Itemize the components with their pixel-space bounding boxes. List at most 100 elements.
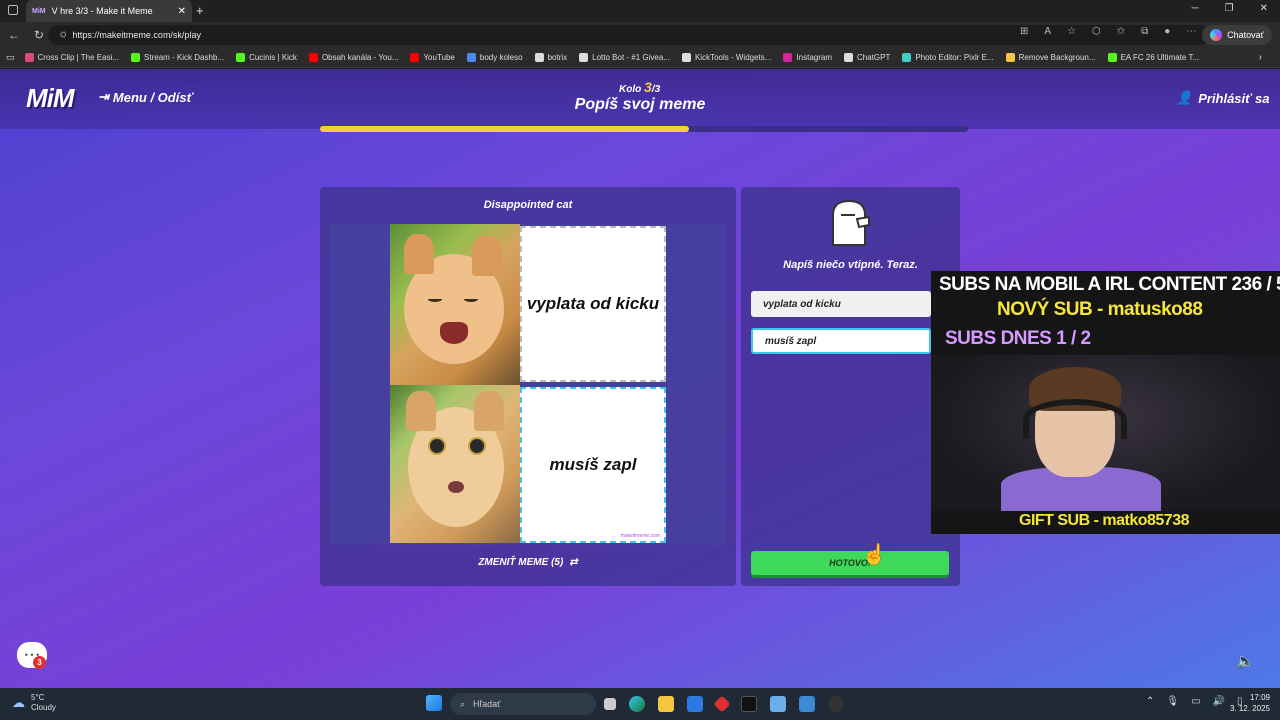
round-progress-fill <box>320 126 690 132</box>
close-icon[interactable]: ✕ <box>1260 3 1268 14</box>
bookmark-item[interactable]: Instagram <box>783 53 832 62</box>
overlay-sub-goal: SUBS NA MOBIL A IRL CONTENT 236 / 500 <box>939 274 1280 295</box>
bookmark-label: YouTube <box>423 53 455 62</box>
taskbar-search[interactable]: ⌕ Hľadať <box>450 693 596 715</box>
bookmark-item[interactable]: botrix <box>534 53 568 62</box>
obs-icon[interactable] <box>828 696 844 712</box>
game-page: MiM ⇥ Menu / Odísť Kolo 3/3 Popíš svoj m… <box>0 69 1280 688</box>
url-text: https://makeitmeme.com/sk/play <box>72 30 201 40</box>
watermark: makeitmeme.com <box>620 533 660 539</box>
app-icon[interactable]: ⊞ <box>1020 26 1028 37</box>
cloud-icon: ☁ <box>12 695 25 710</box>
round-progress-bar <box>320 126 968 132</box>
menu-label: Menu / Odísť <box>112 89 193 105</box>
bookmark-favicon-icon <box>131 53 141 62</box>
copilot-chat-button[interactable]: Chatovať <box>1202 25 1272 45</box>
bookmark-label: Instagram <box>796 53 833 62</box>
bookmark-label: KickTools - Widgets... <box>694 53 772 62</box>
caption-card: Napíš niečo vtipné. Teraz. vyplata od ki… <box>741 187 960 586</box>
headset <box>1023 399 1127 439</box>
read-aloud-icon[interactable]: A <box>1044 26 1051 37</box>
bookmark-favicon-icon <box>534 53 544 62</box>
taskbar-apps <box>426 695 442 711</box>
task-view-icon[interactable] <box>604 698 616 710</box>
bookmark-item[interactable]: Cross Clip | The Easi... <box>24 53 119 62</box>
bookmark-favicon-icon <box>236 53 246 62</box>
file-explorer-icon[interactable] <box>658 696 674 712</box>
extensions-icon[interactable]: ⬡ <box>1092 26 1101 37</box>
cat-image-happy <box>390 224 520 385</box>
bookmark-list: Cross Clip | The Easi... Stream - Kick Da… <box>24 53 1212 62</box>
tab-close-icon[interactable]: ✕ <box>178 6 186 17</box>
back-icon[interactable]: ← <box>8 28 26 42</box>
change-meme-button[interactable]: ZMENIŤ MEME (5) ⇄ <box>320 557 736 568</box>
mascot-icon <box>832 199 870 246</box>
display-icon[interactable]: ▭ <box>1191 696 1200 707</box>
collections-icon[interactable]: ⧉ <box>1141 26 1148 37</box>
restore-icon[interactable]: ❐ <box>1225 3 1234 14</box>
bookmark-item[interactable]: Photo Editor: Pixlr E... <box>902 53 994 62</box>
app-blue-icon[interactable] <box>799 696 815 712</box>
bookmark-item[interactable]: ChatGPT <box>844 53 890 62</box>
caption-input-2[interactable]: musíš zapl <box>751 328 931 354</box>
menu-leave-button[interactable]: ⇥ Menu / Odísť <box>98 89 193 105</box>
favorite-star-icon[interactable]: ☆ <box>1067 26 1076 37</box>
meme-title: Disappointed cat <box>483 199 573 211</box>
bookmark-item[interactable]: Obsah kanála - You... <box>308 53 398 62</box>
clock[interactable]: 17:09 3. 12. 2025 <box>1230 692 1270 714</box>
clock-date: 3. 12. 2025 <box>1229 704 1270 713</box>
bookmark-favicon-icon <box>844 53 854 62</box>
new-tab-icon[interactable]: + <box>196 3 204 18</box>
more-icon[interactable]: ⋯ <box>1186 26 1196 37</box>
user-icon: 👤 <box>1176 90 1193 105</box>
tray-overflow-icon[interactable]: ⌃ <box>1146 696 1154 707</box>
favorites-icon[interactable]: ✩ <box>1117 26 1125 37</box>
tab-actions-icon[interactable] <box>8 5 18 15</box>
clock-time: 17:09 <box>1249 693 1270 702</box>
bookmarks-overflow-icon[interactable]: › <box>1259 52 1262 63</box>
mim-logo[interactable]: MiM <box>26 83 75 114</box>
bookmark-favicon-icon <box>308 53 318 62</box>
edge-icon[interactable] <box>629 696 645 712</box>
bookmarks-bar: ▭ Cross Clip | The Easi... Stream - Kick … <box>0 48 1280 68</box>
bookmark-favicon-icon <box>410 53 420 62</box>
weather-widget[interactable]: ☁ 5°C Cloudy <box>12 693 56 713</box>
stream-overlay: SUBS NA MOBIL A IRL CONTENT 236 / 500 NO… <box>931 271 1280 534</box>
bookmark-item[interactable]: body koleso <box>466 53 523 62</box>
bookmark-item[interactable]: Stream - Kick Dashb... <box>131 53 224 62</box>
minimize-icon[interactable]: ─ <box>1192 3 1199 14</box>
round-indicator: Kolo 3/3 <box>619 79 660 95</box>
meme-text-panel-2: musíš zapl makeitmeme.com <box>520 387 666 543</box>
bookmark-favicon-icon <box>681 53 691 62</box>
bookmark-label: body koleso <box>479 53 523 62</box>
bookmark-item[interactable]: YouTube <box>410 53 455 62</box>
sound-icon[interactable]: 🔈 <box>1236 652 1255 670</box>
store-icon[interactable] <box>687 696 703 712</box>
login-button[interactable]: 👤 Prihlásiť sa <box>1176 90 1269 106</box>
caption-input-1[interactable]: vyplata od kicku <box>751 291 931 317</box>
bookmark-item[interactable]: Lotto Bot - #1 Givea... <box>579 53 670 62</box>
notepad-icon[interactable] <box>770 696 786 712</box>
mic-icon[interactable]: 🎙 <box>1166 696 1179 707</box>
system-tray: ⌃ 🎙 ▭ 🔊 ▯ <box>1146 696 1243 707</box>
app-red-icon[interactable] <box>713 695 731 713</box>
done-button[interactable]: HOTOVO! <box>751 551 949 575</box>
round-total: /3 <box>651 84 661 95</box>
overlay-new-sub: NOVÝ SUB - matusko88 <box>997 299 1203 320</box>
bookmark-label: botrix <box>547 53 568 62</box>
bookmark-item[interactable]: Remove Backgroun... <box>1005 53 1096 62</box>
bookmark-item[interactable]: Cucinis | Kick <box>236 53 297 62</box>
profile-icon[interactable]: ● <box>1164 26 1170 37</box>
address-bar: ← ↻ ⛭ https://makeitmeme.com/sk/play ⊞ A… <box>0 22 1280 48</box>
bookmark-favicon-icon <box>1107 53 1117 62</box>
bookmark-item[interactable]: KickTools - Widgets... <box>681 53 772 62</box>
tiktok-icon[interactable] <box>741 696 757 712</box>
windows-start-icon[interactable] <box>426 695 442 711</box>
bookmarks-menu-icon[interactable]: ▭ <box>6 52 15 63</box>
meme-preview: vyplata od kicku musíš zapl makeitmeme.c… <box>330 224 726 545</box>
volume-icon[interactable]: 🔊 <box>1213 696 1225 707</box>
bookmark-item[interactable]: EA FC 26 Ultimate T... <box>1107 53 1199 62</box>
site-info-icon[interactable]: ⛭ <box>60 30 66 40</box>
swap-icon: ⇄ <box>569 557 578 568</box>
tab-active[interactable]: MiM V hre 3/3 - Make it Meme ✕ <box>26 0 192 22</box>
